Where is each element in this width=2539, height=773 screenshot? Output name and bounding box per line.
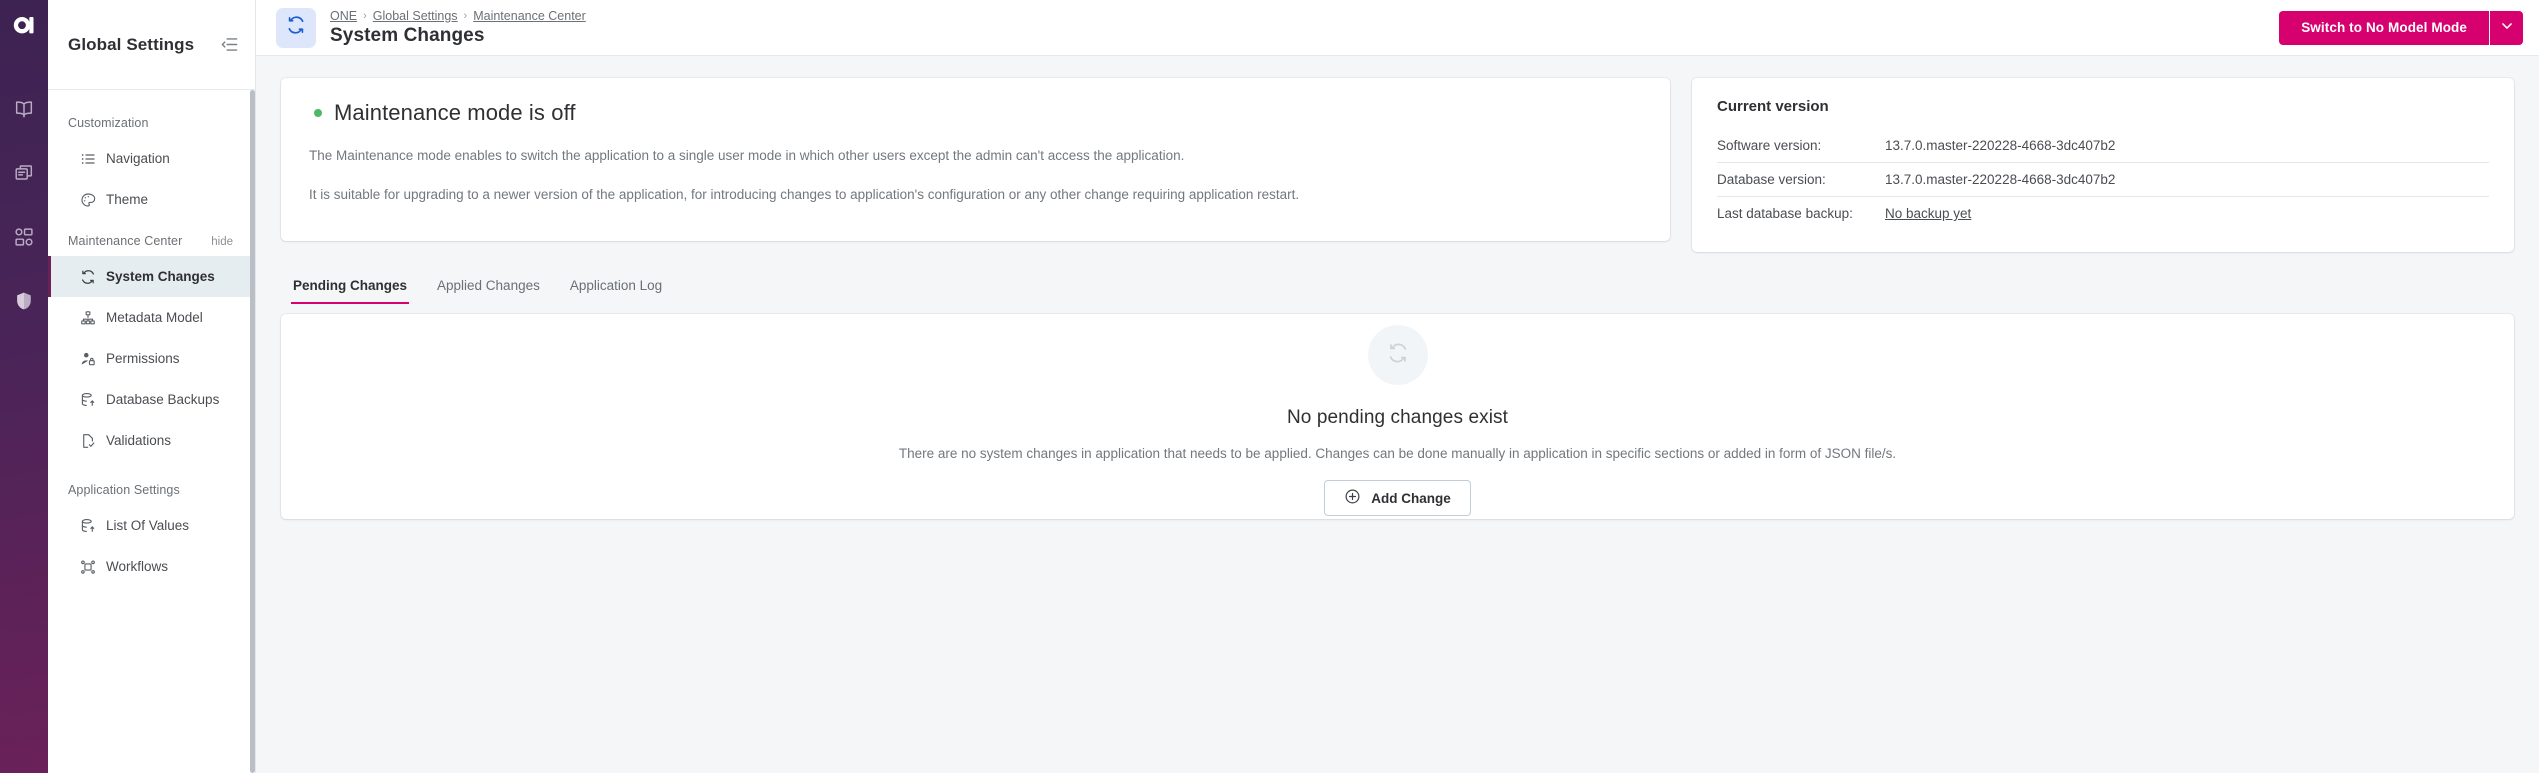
rail-item-dashboards[interactable] — [0, 207, 48, 271]
status-dot-icon — [314, 109, 322, 117]
maintenance-description-2: It is suitable for upgrading to a newer … — [309, 186, 1300, 202]
version-row-database: Database version: 13.7.0.master-220228-4… — [1717, 162, 2489, 196]
page-title-block: ONE › Global Settings › Maintenance Cent… — [330, 9, 586, 47]
sidebar-item-metadata-model[interactable]: Metadata Model — [48, 297, 255, 338]
top-cards-row: Maintenance mode is off The Maintenance … — [281, 78, 2514, 252]
icon-rail — [0, 0, 48, 773]
empty-state-icon-wrap — [1367, 325, 1428, 385]
palette-icon — [79, 191, 96, 208]
sidebar-group-label-customization: Customization — [68, 116, 149, 130]
main-area: ONE › Global Settings › Maintenance Cent… — [256, 0, 2539, 773]
sidebar-scrollbar[interactable] — [250, 90, 255, 773]
collapse-panel-icon[interactable] — [220, 35, 239, 54]
tab-application-log[interactable]: Application Log — [568, 272, 664, 304]
version-value: 13.7.0.master-220228-4668-3dc407b2 — [1885, 138, 2116, 153]
workflow-icon — [79, 558, 96, 575]
empty-state-description: There are no system changes in applicati… — [898, 446, 1897, 461]
file-check-icon — [79, 432, 96, 449]
settings-sidebar: Global Settings Customization Navigation… — [48, 0, 256, 773]
empty-state-title: No pending changes exist — [1286, 407, 1509, 428]
sidebar-item-label: Validations — [106, 433, 172, 448]
breadcrumb: ONE › Global Settings › Maintenance Cent… — [330, 9, 586, 23]
app-root: Global Settings Customization Navigation… — [0, 0, 2539, 773]
top-bar: ONE › Global Settings › Maintenance Cent… — [256, 0, 2539, 56]
sidebar-item-theme[interactable]: Theme — [48, 179, 255, 220]
version-value: 13.7.0.master-220228-4668-3dc407b2 — [1885, 172, 2116, 187]
list-icon — [79, 150, 96, 167]
plus-circle-icon — [1344, 488, 1361, 508]
rail-item-documentation[interactable] — [0, 79, 48, 143]
sidebar-group-label-application-settings: Application Settings — [68, 483, 180, 497]
sidebar-item-navigation[interactable]: Navigation — [48, 138, 255, 179]
switch-mode-dropdown-button[interactable] — [2489, 10, 2523, 45]
database-upload-icon — [79, 517, 96, 534]
refresh-icon — [286, 15, 306, 40]
version-row-software: Software version: 13.7.0.master-220228-4… — [1717, 129, 2489, 162]
switch-to-no-model-mode-button[interactable]: Switch to No Model Mode — [2279, 10, 2489, 45]
sidebar-item-label: Metadata Model — [106, 310, 203, 325]
sidebar-item-list-of-values[interactable]: List Of Values — [48, 505, 255, 546]
rail-item-catalog[interactable] — [0, 143, 48, 207]
breadcrumb-separator: › — [463, 9, 468, 22]
pending-changes-panel: No pending changes exist There are no sy… — [281, 314, 2514, 519]
current-version-title: Current version — [1717, 98, 1829, 115]
sidebar-item-label: List Of Values — [106, 518, 190, 533]
breadcrumb-item-maintenance-center[interactable]: Maintenance Center — [473, 9, 586, 23]
maintenance-status-title: Maintenance mode is off — [334, 100, 576, 125]
chevron-down-icon — [2500, 19, 2514, 36]
sidebar-group-label-maintenance: Maintenance Center — [68, 234, 183, 248]
sidebar-item-system-changes[interactable]: System Changes — [48, 256, 255, 297]
sidebar-item-label: Database Backups — [106, 392, 220, 407]
breadcrumb-item-one[interactable]: ONE — [330, 9, 357, 23]
content-area: Maintenance mode is off The Maintenance … — [256, 56, 2539, 773]
maintenance-description-1: The Maintenance mode enables to switch t… — [309, 148, 1185, 163]
tab-pending-changes[interactable]: Pending Changes — [291, 272, 410, 304]
page-header-icon — [276, 7, 316, 48]
sidebar-header: Global Settings — [48, 0, 255, 90]
refresh-icon — [79, 268, 96, 285]
dashboard-icon — [13, 226, 35, 253]
sidebar-group-header-maintenance: Maintenance Center hide — [48, 220, 255, 256]
shield-icon — [13, 290, 35, 317]
add-change-label: Add Change — [1371, 490, 1451, 506]
sidebar-item-label: Workflows — [106, 559, 169, 574]
rail-item-security[interactable] — [0, 271, 48, 335]
current-version-card: Current version Software version: 13.7.0… — [1692, 78, 2514, 252]
switch-mode-button-group: Switch to No Model Mode — [2279, 10, 2523, 45]
sidebar-item-label: Permissions — [106, 351, 180, 366]
sidebar-title: Global Settings — [68, 34, 195, 54]
maintenance-mode-card: Maintenance mode is off The Maintenance … — [281, 78, 1670, 241]
sidebar-item-permissions[interactable]: Permissions — [48, 338, 255, 379]
version-row-last-backup: Last database backup: No backup yet — [1717, 196, 2489, 230]
sidebar-item-label: Navigation — [106, 151, 170, 166]
maintenance-status-header: Maintenance mode is off — [309, 100, 1642, 126]
sidebar-item-validations[interactable]: Validations — [48, 420, 255, 461]
version-label: Software version: — [1717, 138, 1822, 153]
page-title: System Changes — [330, 24, 485, 46]
sidebar-item-database-backups[interactable]: Database Backups — [48, 379, 255, 420]
folders-icon — [13, 162, 35, 189]
database-upload-icon — [79, 391, 96, 408]
refresh-icon — [1387, 342, 1409, 369]
breadcrumb-separator: › — [363, 9, 367, 22]
app-logo-icon[interactable] — [11, 14, 37, 45]
breadcrumb-item-global-settings[interactable]: Global Settings — [373, 9, 458, 23]
version-label: Database version: — [1717, 172, 1826, 187]
version-label: Last database backup: — [1717, 206, 1853, 221]
user-lock-icon — [79, 350, 96, 367]
add-change-button[interactable]: Add Change — [1324, 480, 1471, 516]
hierarchy-icon — [79, 309, 96, 326]
sidebar-item-label: Theme — [106, 192, 149, 207]
sidebar-item-workflows[interactable]: Workflows — [48, 546, 255, 587]
last-backup-link[interactable]: No backup yet — [1885, 206, 1971, 221]
sidebar-scroll-area: Customization Navigation Theme Maintenan… — [48, 90, 255, 773]
book-icon — [13, 98, 35, 125]
tab-applied-changes[interactable]: Applied Changes — [435, 272, 542, 304]
changes-tabs: Pending Changes Applied Changes Applicat… — [291, 272, 2514, 304]
sidebar-group-hide-link[interactable]: hide — [211, 236, 233, 248]
sidebar-item-label: System Changes — [106, 269, 215, 284]
